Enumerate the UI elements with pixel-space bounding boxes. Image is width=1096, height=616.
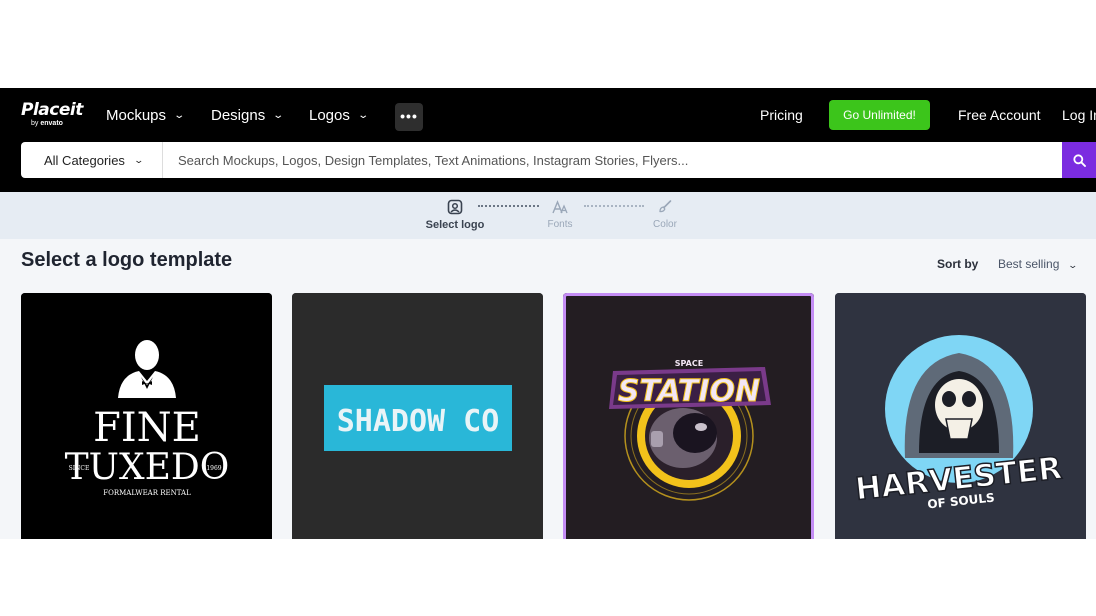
placeit-logo[interactable]: Placeit by envato xyxy=(21,100,83,128)
shadow-co-text: SHADOW CO xyxy=(337,404,500,439)
chevron-down-icon: ⌄ xyxy=(272,109,285,121)
template-card-fine-tuxedo[interactable]: FINE TUXEDO SINCE 1969 FORMALWEAR RENTAL xyxy=(21,293,272,539)
step-fonts-label: Fonts xyxy=(547,219,573,230)
chevron-down-icon: ⌄ xyxy=(173,109,186,121)
log-in-link[interactable]: Log In xyxy=(1062,88,1096,142)
space-station-logo: STATION SPACE xyxy=(563,293,814,539)
step-select-logo-label: Select logo xyxy=(425,219,485,231)
template-card-shadow-co[interactable]: SHADOW CO xyxy=(292,293,543,539)
tuxedo-year: 1969 xyxy=(206,465,221,472)
fonts-icon xyxy=(520,199,600,217)
top-navigation: Placeit by envato Mockups ⌄ Designs ⌄ Lo… xyxy=(0,88,1096,142)
chevron-down-icon: ⌄ xyxy=(1067,260,1078,270)
chevron-down-icon: ⌄ xyxy=(133,154,144,165)
search-icon xyxy=(1072,153,1086,167)
sort-dropdown-value: Best selling xyxy=(998,257,1060,271)
go-unlimited-button[interactable]: Go Unlimited! xyxy=(829,100,930,130)
sort-label: Sort by xyxy=(937,257,979,271)
tuxedo-tagline: FORMALWEAR RENTAL xyxy=(103,489,191,497)
editor-steps: Select logo Fonts Color xyxy=(0,192,1096,239)
page-title: Select a logo template xyxy=(21,249,233,271)
step-fonts[interactable]: Fonts xyxy=(520,199,600,230)
nav-logos[interactable]: Logos ⌄ xyxy=(309,88,369,142)
paint-brush-icon xyxy=(625,199,705,217)
shadow-co-logo: SHADOW CO xyxy=(292,293,543,539)
logo-brand: envato xyxy=(40,120,63,127)
category-select-value: All Categories xyxy=(44,152,125,168)
space-station-small: SPACE xyxy=(675,359,703,368)
search-input[interactable] xyxy=(163,142,1062,178)
logo-byline: by envato xyxy=(31,120,83,127)
nav-designs[interactable]: Designs ⌄ xyxy=(211,88,285,142)
category-select[interactable]: All Categories ⌄ xyxy=(21,142,163,178)
template-card-harvester[interactable]: HARVESTER OF SOULS xyxy=(835,293,1086,539)
step-select-logo[interactable]: Select logo xyxy=(415,199,495,231)
fine-tuxedo-logo: FINE TUXEDO SINCE 1969 FORMALWEAR RENTAL xyxy=(21,293,272,539)
main-content: Select a logo template Sort by Best sell… xyxy=(0,239,1096,539)
nav-logos-label: Logos xyxy=(309,106,350,124)
step-color[interactable]: Color xyxy=(625,199,705,230)
logo-by-text: by xyxy=(31,120,39,127)
sort-dropdown[interactable]: Best selling ⌄ xyxy=(998,257,1078,271)
tuxedo-line2: TUXEDO xyxy=(65,447,230,488)
nav-designs-label: Designs xyxy=(211,106,266,124)
harvester-logo: HARVESTER OF SOULS xyxy=(835,293,1086,539)
logo-wordmark: Placeit xyxy=(21,100,83,120)
chevron-down-icon: ⌄ xyxy=(357,109,369,121)
template-card-space-station[interactable]: STATION SPACE xyxy=(563,293,814,539)
pricing-link[interactable]: Pricing xyxy=(760,88,803,142)
step-color-label: Color xyxy=(653,219,677,230)
nav-mockups[interactable]: Mockups ⌄ xyxy=(106,88,186,142)
tuxedo-line1: FINE xyxy=(93,405,201,451)
page-bottom xyxy=(0,539,1096,616)
search-button[interactable] xyxy=(1062,142,1096,178)
more-menu-button[interactable]: ••• xyxy=(395,103,423,131)
logo-select-icon xyxy=(415,199,495,217)
tuxedo-since: SINCE xyxy=(69,465,90,472)
search-bar: All Categories ⌄ xyxy=(0,142,1096,192)
free-account-link[interactable]: Free Account xyxy=(958,88,1041,142)
page: Placeit by envato Mockups ⌄ Designs ⌄ Lo… xyxy=(0,0,1096,616)
space-station-text: STATION xyxy=(618,374,760,409)
nav-mockups-label: Mockups xyxy=(106,106,167,124)
